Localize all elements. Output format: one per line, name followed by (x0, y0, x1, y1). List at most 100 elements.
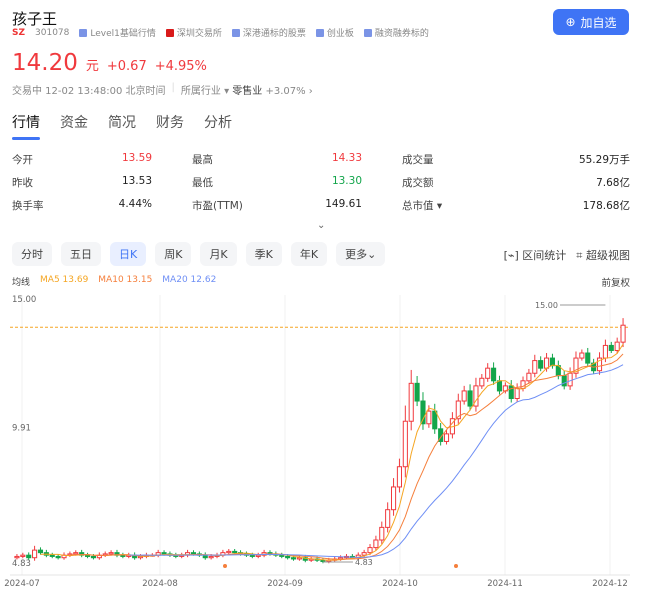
candle-body (608, 344, 614, 351)
tag-label: 深港通标的股票 (242, 29, 306, 39)
candle-body (414, 382, 420, 402)
stat-item: 最高 14.33 (192, 152, 402, 167)
period-selector: 分时 五日 日K 周K 月K 季K 年K 更多 ⌄ (12, 242, 386, 266)
tag-connect[interactable]: 深港通标的股票 (231, 26, 306, 39)
tag-margin[interactable]: 融资融券标的 (363, 26, 429, 39)
candle-body (385, 509, 391, 528)
margin-icon (363, 28, 372, 37)
stat-label: 换手率 (12, 200, 44, 212)
stat-label: 市盈(TTM) (192, 200, 243, 212)
price-unit: 元 (85, 59, 99, 74)
status-row: 交易中 12-02 13:48:00 北京时间 | 所属行业 ▾ 零售业 +3.… (12, 82, 313, 97)
tab-finance[interactable]: 财务 (156, 112, 184, 132)
industry-name: 零售业 (232, 86, 263, 97)
tag-chinext[interactable]: 创业板 (315, 26, 354, 39)
candle-body (20, 554, 26, 557)
candle-body (520, 380, 526, 389)
ma5-line (40, 343, 624, 561)
stat-label: 今开 (12, 154, 33, 166)
candle-body (532, 360, 538, 374)
candle-body (485, 367, 491, 379)
x-tick-label: 2024-12 (592, 579, 628, 589)
y-tick-label: 4.83 (12, 559, 31, 569)
period-button[interactable]: 年K (290, 242, 328, 266)
x-tick-label: 2024-11 (487, 579, 523, 589)
candle-body (443, 433, 450, 442)
candle-body (496, 380, 503, 392)
period-button[interactable]: 季K (245, 242, 282, 266)
stat-item: 最低 13.30 (192, 175, 402, 190)
candle-body (620, 324, 626, 343)
tag-label: Level1基础行情 (90, 29, 156, 39)
period-button[interactable]: 月K (200, 242, 237, 266)
x-tick-label: 2024-10 (382, 579, 418, 589)
candle-body (255, 554, 261, 557)
tab-profile[interactable]: 简况 (108, 112, 136, 132)
expand-chevron-icon[interactable]: ⌄ (317, 220, 325, 231)
period-label: 日K (119, 248, 138, 261)
price-change-pct: +4.95% (154, 59, 207, 74)
x-tick-label: 2024-08 (142, 579, 178, 589)
stat-item: 成交量 55.29万手 (402, 152, 630, 167)
candle-body (26, 554, 32, 559)
candle-body (84, 554, 91, 557)
price-row: 14.20 元 +0.67 +4.95% (12, 50, 207, 76)
stat-label: 最高 (192, 154, 213, 166)
candle-body (14, 555, 20, 559)
adjust-toggle[interactable]: 前复权 (601, 275, 630, 289)
stat-item: 市盈(TTM) 149.61 (192, 198, 402, 213)
candle-body (161, 552, 167, 555)
stat-value: 149.61 (325, 198, 362, 210)
stat-label: 昨收 (12, 177, 33, 189)
candle-body (226, 550, 232, 554)
candlestick-chart[interactable]: 15.00 9.91 4.83 2024-07 2024-08 2024-09 2024-1… (0, 290, 650, 593)
candle-body (73, 552, 79, 555)
candle-body (514, 387, 520, 400)
candle-body (491, 367, 497, 382)
range-stats-button[interactable]: [⌁] 区间统计 (504, 247, 567, 263)
x-tick-label: 2024-09 (267, 579, 303, 589)
super-view-button[interactable]: ⌗ 超级视图 (576, 247, 630, 263)
stat-value: 13.30 (331, 175, 362, 187)
tab-funds[interactable]: 资金 (60, 112, 88, 132)
period-button[interactable]: 五日 (61, 242, 101, 266)
event-dot (454, 564, 458, 568)
tag-exchange[interactable]: 深圳交易所 (165, 26, 222, 39)
candle-body (408, 382, 414, 422)
candle-body (290, 557, 297, 560)
range-stats-label: 区间统计 (522, 249, 567, 262)
candle-body (561, 375, 567, 387)
ma20-line (128, 364, 624, 558)
period-label: 年K (299, 248, 319, 261)
super-view-label: 超级视图 (586, 249, 630, 262)
candle-body (232, 550, 238, 554)
period-button[interactable]: 周K (155, 242, 192, 266)
stat-value: 14.33 (331, 152, 362, 164)
period-button[interactable]: 更多 ⌄ (336, 242, 386, 266)
candle-body (567, 372, 573, 387)
tab-quote[interactable]: 行情 (12, 112, 40, 140)
connect-icon (231, 28, 240, 37)
candle-body (37, 549, 44, 554)
min-label: 4.83 (355, 558, 373, 567)
period-label: 五日 (70, 248, 92, 261)
candle-body (614, 341, 620, 351)
candle-body (432, 410, 438, 430)
stat-value: 55.29万手 (578, 154, 630, 166)
tab-analysis[interactable]: 分析 (204, 112, 232, 132)
period-button[interactable]: 分时 (12, 242, 52, 266)
price-change: +0.67 (106, 59, 147, 74)
candle-body (402, 420, 408, 468)
add-watchlist-button[interactable]: ⊕ 加自选 (553, 9, 629, 35)
candle-body (602, 344, 608, 359)
candle-body (361, 552, 367, 556)
industry-link[interactable]: 所属行业 ▾ 零售业 +3.07% › (181, 82, 313, 97)
stat-item: 昨收 13.53 (12, 175, 192, 190)
candle-body (379, 526, 385, 541)
max-label: 15.00 (535, 301, 558, 310)
stat-label: 成交量 (402, 154, 434, 166)
ma10-line (69, 353, 624, 560)
period-button[interactable]: 日K (110, 242, 147, 266)
divider: | (171, 82, 175, 93)
tag-level1[interactable]: Level1基础行情 (79, 26, 156, 39)
